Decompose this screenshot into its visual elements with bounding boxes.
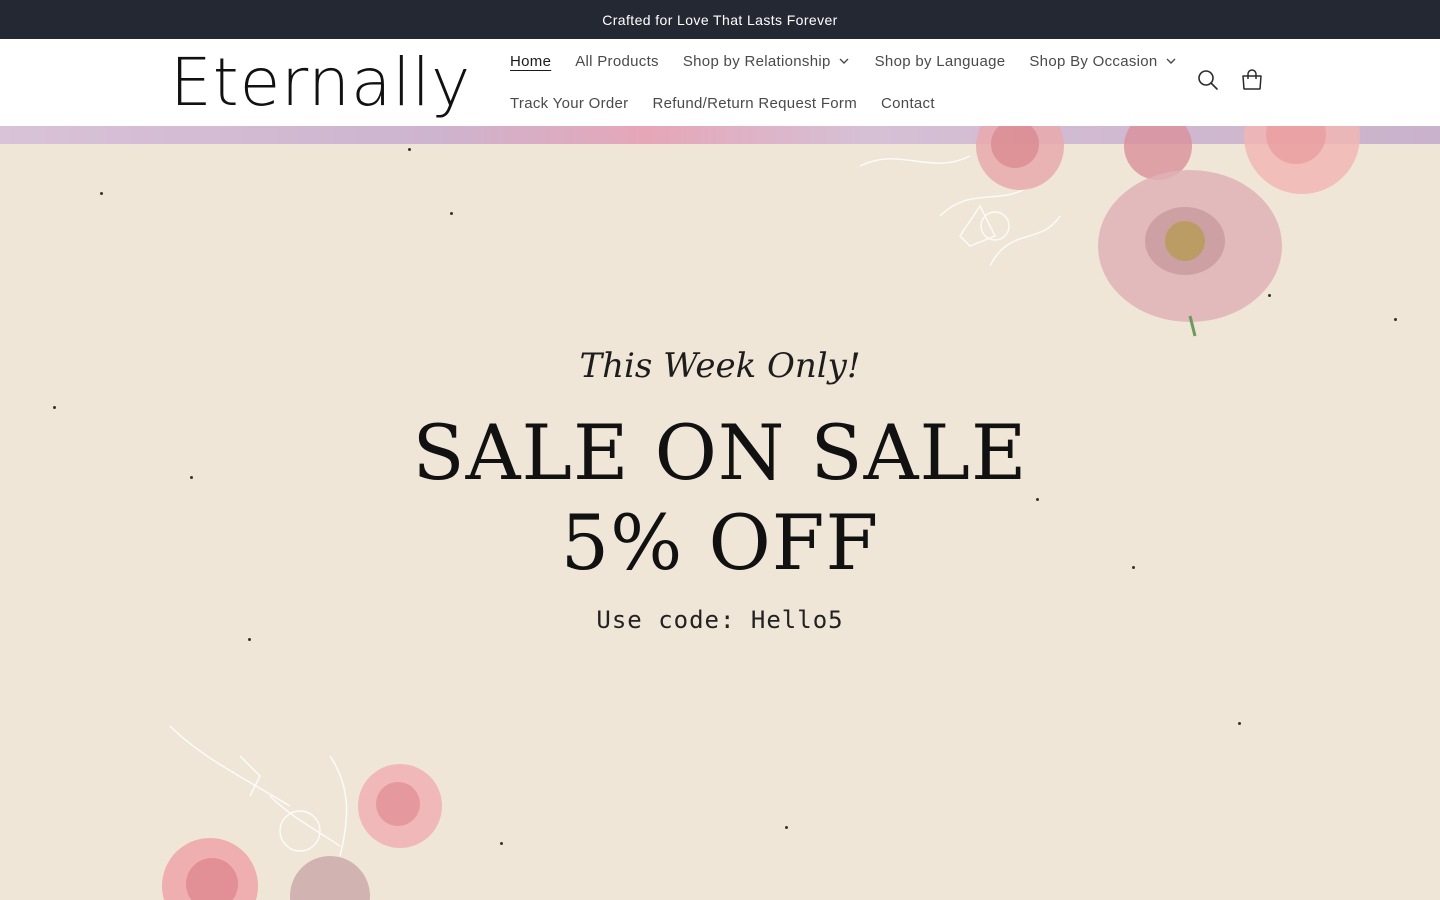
secondary-nav: Track Your Order Refund/Return Request F… bbox=[498, 93, 947, 113]
nav-contact[interactable]: Contact bbox=[869, 95, 947, 112]
promo-code: Use code: Hello5 bbox=[596, 606, 844, 634]
nav-home[interactable]: Home bbox=[498, 53, 563, 70]
hero-tagline: This Week Only! bbox=[579, 346, 861, 386]
chevron-down-icon bbox=[839, 58, 849, 64]
nav-refund-return-label: Refund/Return Request Form bbox=[652, 94, 858, 112]
nav-shop-by-relationship[interactable]: Shop by Relationship bbox=[671, 53, 863, 70]
paper-speck bbox=[1238, 722, 1241, 725]
nav-all-products-label: All Products bbox=[575, 52, 659, 70]
hero-banner[interactable]: This Week Only! SALE ON SALE 5% OFF Use … bbox=[0, 126, 1440, 900]
nav-refund-return[interactable]: Refund/Return Request Form bbox=[640, 95, 869, 112]
announcement-text: Crafted for Love That Lasts Forever bbox=[602, 11, 838, 28]
hero-headline-line2: 5% OFF bbox=[560, 498, 880, 587]
site-header: Eternally Home All Products Shop by Rela… bbox=[0, 39, 1440, 126]
paper-speck bbox=[1394, 318, 1397, 321]
paper-speck bbox=[785, 826, 788, 829]
chevron-down-icon bbox=[1166, 58, 1176, 64]
nav-home-label: Home bbox=[510, 52, 552, 70]
nav-shop-by-occasion-label: Shop By Occasion bbox=[1029, 52, 1158, 70]
logo[interactable]: Eternally bbox=[170, 45, 471, 121]
paper-speck bbox=[450, 212, 453, 215]
nav-shop-by-occasion[interactable]: Shop By Occasion bbox=[1017, 53, 1189, 70]
nav-track-order[interactable]: Track Your Order bbox=[498, 95, 640, 112]
nav-track-order-label: Track Your Order bbox=[510, 94, 629, 112]
search-icon bbox=[1198, 70, 1218, 90]
paper-speck bbox=[248, 638, 251, 641]
nav-shop-by-language-label: Shop by Language bbox=[874, 52, 1006, 70]
announcement-bar: Crafted for Love That Lasts Forever bbox=[0, 0, 1440, 39]
paper-speck bbox=[100, 192, 103, 195]
paper-speck bbox=[500, 842, 503, 845]
hero-headline-line1: SALE ON SALE bbox=[412, 408, 1028, 497]
floral-decoration-top-right bbox=[859, 126, 1360, 337]
floral-decoration-bottom-left bbox=[162, 725, 442, 900]
nav-contact-label: Contact bbox=[881, 94, 935, 112]
cart-icon bbox=[1242, 69, 1262, 90]
cart-button[interactable] bbox=[1239, 67, 1265, 93]
nav-shop-by-relationship-label: Shop by Relationship bbox=[682, 52, 831, 70]
paper-speck bbox=[1268, 294, 1271, 297]
paper-speck bbox=[408, 148, 411, 151]
hero-headline: SALE ON SALE 5% OFF bbox=[0, 408, 1440, 588]
nav-all-products[interactable]: All Products bbox=[563, 53, 671, 70]
search-button[interactable] bbox=[1195, 67, 1221, 93]
nav-shop-by-language[interactable]: Shop by Language bbox=[863, 53, 1018, 70]
primary-nav: Home All Products Shop by Relationship S… bbox=[498, 51, 1190, 71]
